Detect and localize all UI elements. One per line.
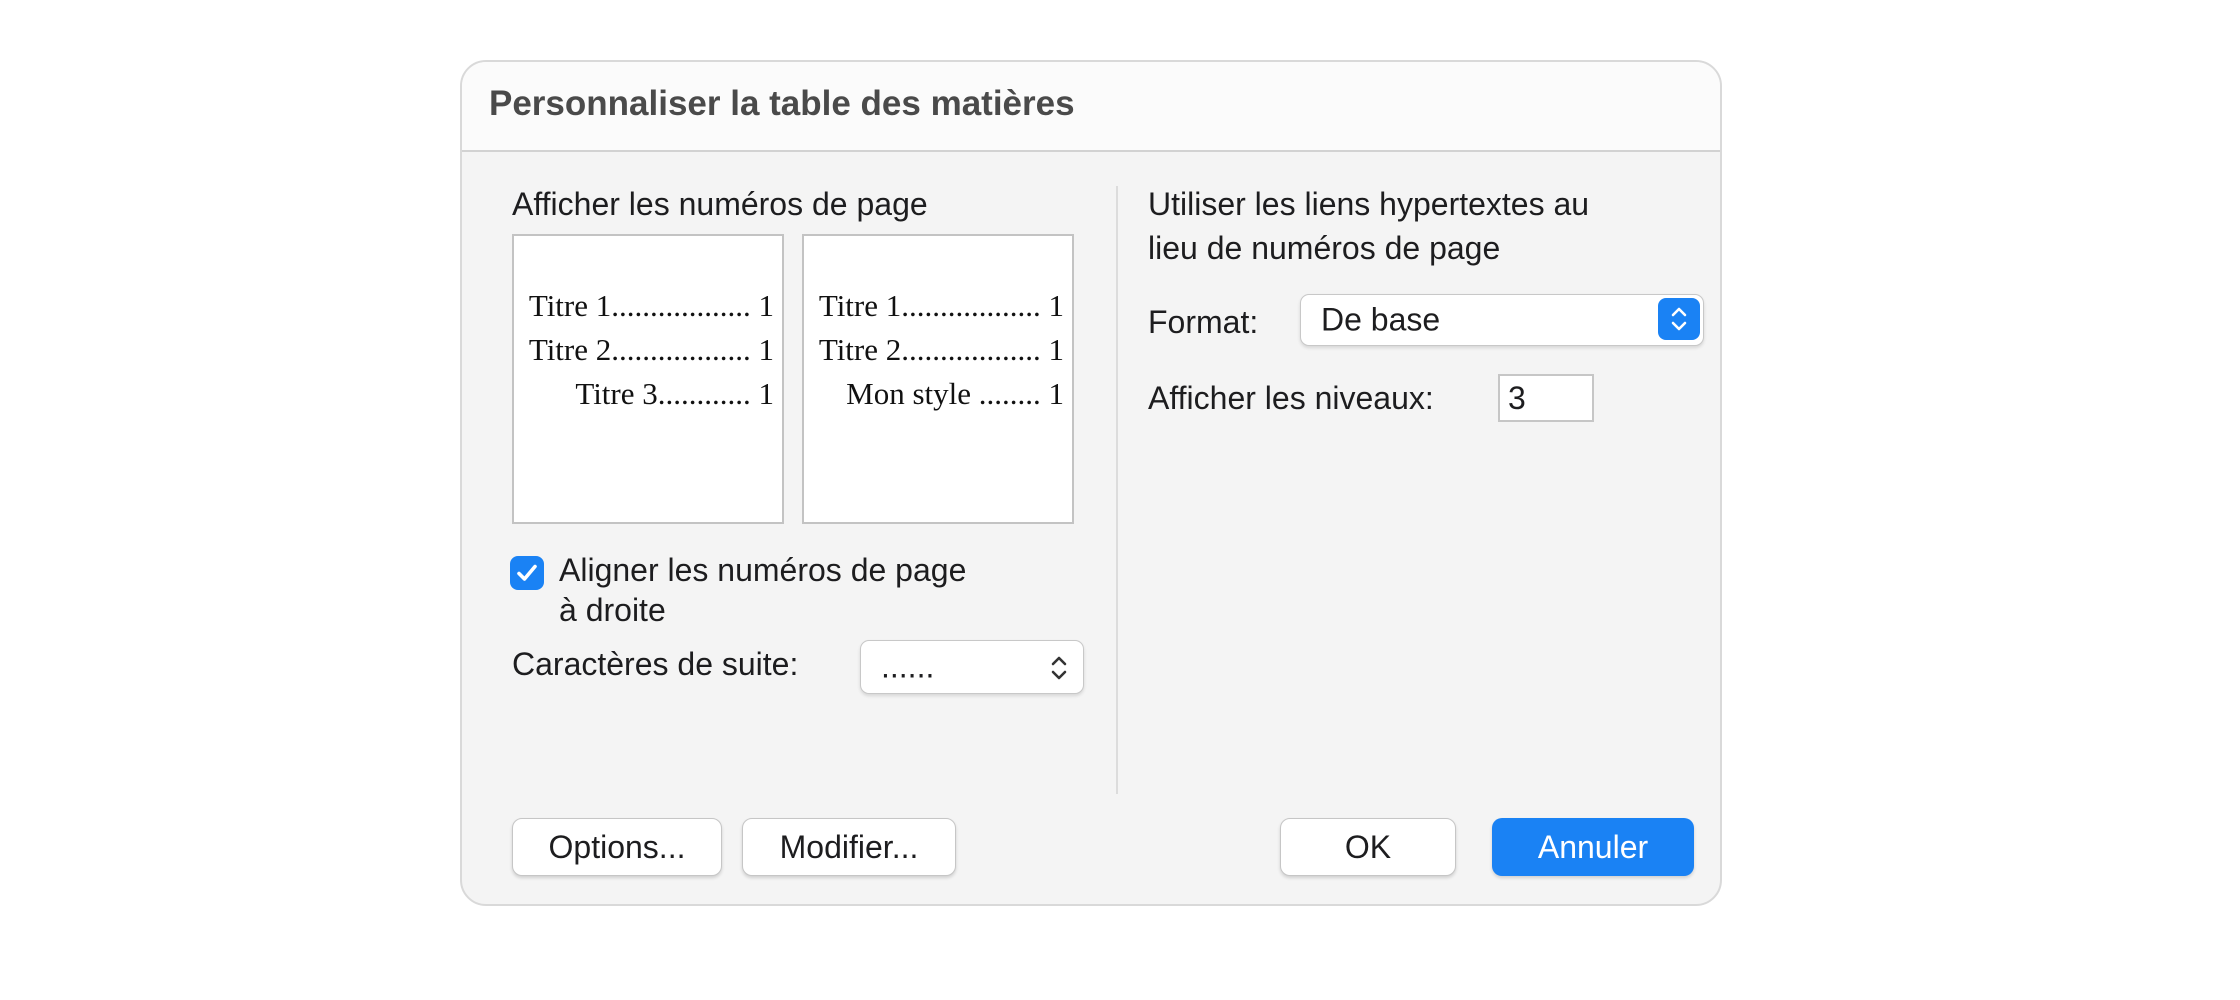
- checkmark-icon: [517, 564, 537, 581]
- hyperlinks-label-line2: lieu de numéros de page: [1148, 230, 1501, 266]
- levels-input-value: 3: [1508, 380, 1526, 416]
- web-preview-box: Titre 1.................. 1 Titre 2.....…: [802, 234, 1074, 524]
- levels-input[interactable]: 3: [1498, 374, 1594, 422]
- options-button[interactable]: Options...: [512, 818, 722, 876]
- print-preview-line-2: Titre 2.................. 1: [528, 332, 774, 367]
- levels-label: Afficher les niveaux:: [1148, 380, 1434, 416]
- align-page-numbers-checkbox[interactable]: [510, 556, 544, 590]
- toc-dialog: Personnaliser la table des matières Affi…: [460, 60, 1722, 906]
- format-popup[interactable]: De base: [1300, 294, 1704, 346]
- web-preview-line-2: Titre 2.................. 1: [818, 332, 1064, 367]
- ok-button[interactable]: OK: [1280, 818, 1456, 876]
- hyperlinks-label-line1: Utiliser les liens hypertextes au: [1148, 186, 1590, 222]
- format-popup-stepper[interactable]: [1658, 298, 1700, 340]
- cancel-button[interactable]: Annuler: [1492, 818, 1694, 876]
- dialog-title: Personnaliser la table des matières: [489, 84, 1075, 123]
- web-preview-line-1: Titre 1.................. 1: [818, 288, 1064, 323]
- print-preview-box: Titre 1.................. 1 Titre 2.....…: [512, 234, 784, 524]
- modify-button[interactable]: Modifier...: [742, 818, 956, 876]
- dialog-titlebar: Personnaliser la table des matières: [462, 62, 1720, 152]
- leader-popup[interactable]: ......: [860, 640, 1084, 694]
- leader-label: Caractères de suite:: [512, 646, 799, 682]
- column-divider: [1116, 186, 1118, 794]
- format-label: Format:: [1148, 304, 1259, 340]
- align-page-numbers-label-line1[interactable]: Aligner les numéros de page: [559, 552, 966, 589]
- print-preview-line-1: Titre 1.................. 1: [528, 288, 774, 323]
- chevron-up-down-icon: [1671, 307, 1687, 331]
- leader-popup-value: ......: [881, 648, 935, 685]
- chevron-up-down-icon: [1051, 656, 1067, 680]
- print-preview-line-3: Titre 3............ 1: [575, 376, 774, 411]
- web-preview-line-3: Mon style ........ 1: [846, 376, 1064, 411]
- show-page-numbers-label: Afficher les numéros de page: [512, 186, 928, 222]
- format-popup-value: De base: [1321, 301, 1441, 338]
- align-page-numbers-label-line2[interactable]: à droite: [559, 592, 666, 629]
